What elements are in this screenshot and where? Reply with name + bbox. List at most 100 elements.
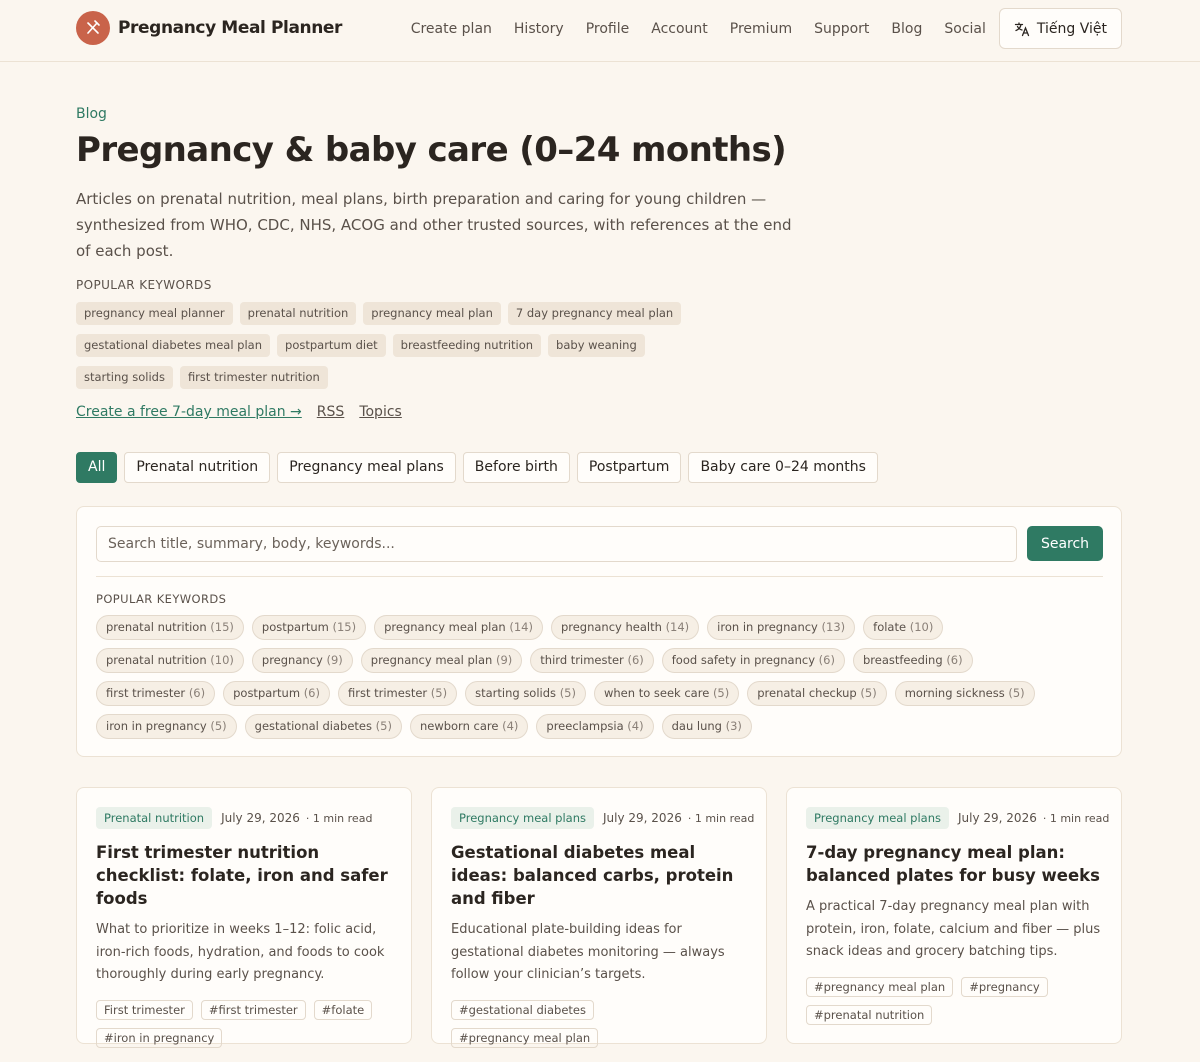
category-badge[interactable]: Pregnancy meal plans [806,807,949,829]
translate-icon [1014,21,1030,36]
article-tag[interactable]: #iron in pregnancy [96,1027,223,1048]
keyword-pill[interactable]: when to seek care (5) [593,681,740,706]
keyword-pill[interactable]: starting solids (5) [465,681,586,706]
keyword-pill[interactable]: preeclampsia (4) [536,714,654,739]
filter-before-birth[interactable]: Before birth [462,452,570,483]
keyword-pill[interactable]: third trimester (6) [530,648,654,673]
keyword-pill-label: first trimester [106,686,186,700]
keyword-pill[interactable]: newborn care (4) [409,714,529,739]
category-badge[interactable]: Prenatal nutrition [96,807,213,829]
breadcrumb-blog[interactable]: Blog [76,106,107,122]
keyword-pill-label: food safety in pregnancy [671,653,816,667]
keyword-tag[interactable]: first trimester nutrition [179,366,328,389]
keyword-pill[interactable]: pregnancy meal plan (9) [360,648,523,673]
keyword-pill-count: (5) [430,686,448,700]
article-tag[interactable]: #prenatal nutrition [806,1004,933,1025]
keyword-pill-label: breastfeeding [862,653,943,667]
search-input[interactable] [96,526,1017,562]
hero-keyword-list: pregnancy meal planner prenatal nutritio… [76,302,736,398]
keyword-pill[interactable]: prenatal nutrition (15) [96,615,244,640]
keyword-pill[interactable]: postpartum (15) [251,615,367,640]
topics-link[interactable]: Topics [359,404,402,420]
keyword-pill[interactable]: food safety in pregnancy (6) [661,648,845,673]
keyword-tag[interactable]: prenatal nutrition [239,302,357,325]
keyword-pill[interactable]: postpartum (6) [223,681,330,706]
search-button[interactable]: Search [1027,526,1103,561]
keyword-tag[interactable]: starting solids [76,366,173,389]
article-tag[interactable]: #first trimester [200,999,306,1020]
keyword-pill[interactable]: folate (10) [863,615,944,640]
language-button[interactable]: Tiếng Việt [998,8,1122,49]
category-filters: All Prenatal nutrition Pregnancy meal pl… [76,452,885,483]
search-panel: Search POPULAR KEYWORDS prenatal nutriti… [76,506,1122,757]
article-excerpt: What to prioritize in weeks 1–12: folic … [96,922,385,982]
keyword-pill-count: (10) [210,653,234,667]
filter-postpartum[interactable]: Postpartum [576,452,682,483]
filter-baby-care[interactable]: Baby care 0–24 months [688,452,878,483]
article-tags: #pregnancy meal plan #pregnancy #prenata… [806,976,1102,1033]
keyword-pill-count: (5) [559,686,576,700]
top-nav-bar: Pregnancy Meal Planner Create plan Histo… [0,0,1200,62]
article-card[interactable]: Pregnancy meal plans July 29, 2026 · 1 m… [431,787,767,1048]
keyword-pill[interactable]: pregnancy (9) [251,648,353,673]
keyword-pill-label: newborn care [419,719,499,733]
filter-prenatal-nutrition[interactable]: Prenatal nutrition [124,452,271,483]
nav-profile[interactable]: Profile [586,21,630,37]
read-time: · 1 min read [305,811,373,825]
rss-link[interactable]: RSS [317,404,345,420]
keyword-pill-label: third trimester [540,653,624,667]
keyword-tag[interactable]: gestational diabetes meal plan [76,334,271,357]
keyword-pill[interactable]: gestational diabetes (5) [244,714,402,739]
article-tag[interactable]: #folate [313,999,373,1020]
keyword-tag[interactable]: pregnancy meal plan [363,302,501,325]
keyword-tag[interactable]: postpartum diet [277,334,386,357]
article-title[interactable]: First trimester nutrition checklist: fol… [96,841,392,910]
keyword-pill-label: pregnancy meal plan [370,653,493,667]
keyword-pill[interactable]: iron in pregnancy (13) [707,615,856,640]
keyword-pill[interactable]: prenatal nutrition (10) [96,648,244,673]
keyword-pill[interactable]: dau lung (3) [661,714,752,739]
nav-blog[interactable]: Blog [891,21,922,37]
divider [96,576,1103,577]
nav-premium[interactable]: Premium [730,21,792,37]
nav-social[interactable]: Social [944,21,986,37]
article-tag[interactable]: #pregnancy meal plan [451,1027,599,1048]
keyword-pill-count: (3) [725,719,742,733]
keyword-pill[interactable]: iron in pregnancy (5) [96,714,237,739]
article-tag[interactable]: #pregnancy meal plan [806,976,954,997]
create-meal-plan-link[interactable]: Create a free 7-day meal plan → [76,404,302,420]
keyword-pill-label: gestational diabetes [254,719,372,733]
nav-account[interactable]: Account [651,21,708,37]
brand-logo[interactable]: Pregnancy Meal Planner [76,11,342,45]
keyword-pill-label: iron in pregnancy [106,719,207,733]
article-tag[interactable]: First trimester [96,999,193,1020]
nav-create-plan[interactable]: Create plan [411,21,492,37]
category-badge[interactable]: Pregnancy meal plans [451,807,594,829]
article-card[interactable]: Pregnancy meal plans July 29, 2026 · 1 m… [786,787,1122,1044]
filter-pregnancy-meal-plans[interactable]: Pregnancy meal plans [277,452,456,483]
keyword-tag[interactable]: pregnancy meal planner [76,302,233,325]
keyword-pill[interactable]: pregnancy health (14) [550,615,700,640]
nav-history[interactable]: History [514,21,564,37]
page-description: Articles on prenatal nutrition, meal pla… [76,190,792,260]
keyword-tag[interactable]: breastfeeding nutrition [392,334,542,357]
keyword-pill[interactable]: breastfeeding (6) [852,648,973,673]
keyword-pill[interactable]: pregnancy meal plan (14) [374,615,543,640]
keyword-tag[interactable]: 7 day pregnancy meal plan [507,302,682,325]
publish-date: July 29, 2026 [958,811,1037,825]
nav-support[interactable]: Support [814,21,869,37]
keyword-pill[interactable]: morning sickness (5) [894,681,1035,706]
card-meta: Prenatal nutrition July 29, 2026 · 1 min… [96,807,392,829]
keyword-pill-label: preeclampsia [546,719,624,733]
filter-all[interactable]: All [76,452,118,483]
keyword-pill[interactable]: first trimester (5) [337,681,458,706]
article-tag[interactable]: #pregnancy [961,976,1048,997]
keyword-pill[interactable]: first trimester (6) [96,681,216,706]
keyword-pill[interactable]: prenatal checkup (5) [747,681,887,706]
article-card[interactable]: Prenatal nutrition July 29, 2026 · 1 min… [76,787,412,1048]
article-tag[interactable]: #gestational diabetes [451,999,594,1020]
article-title[interactable]: Gestational diabetes meal ideas: balance… [451,841,747,910]
article-title[interactable]: 7-day pregnancy meal plan: balanced plat… [806,841,1102,887]
keyword-pill-label: when to seek care [603,686,710,700]
keyword-tag[interactable]: baby weaning [548,334,645,357]
